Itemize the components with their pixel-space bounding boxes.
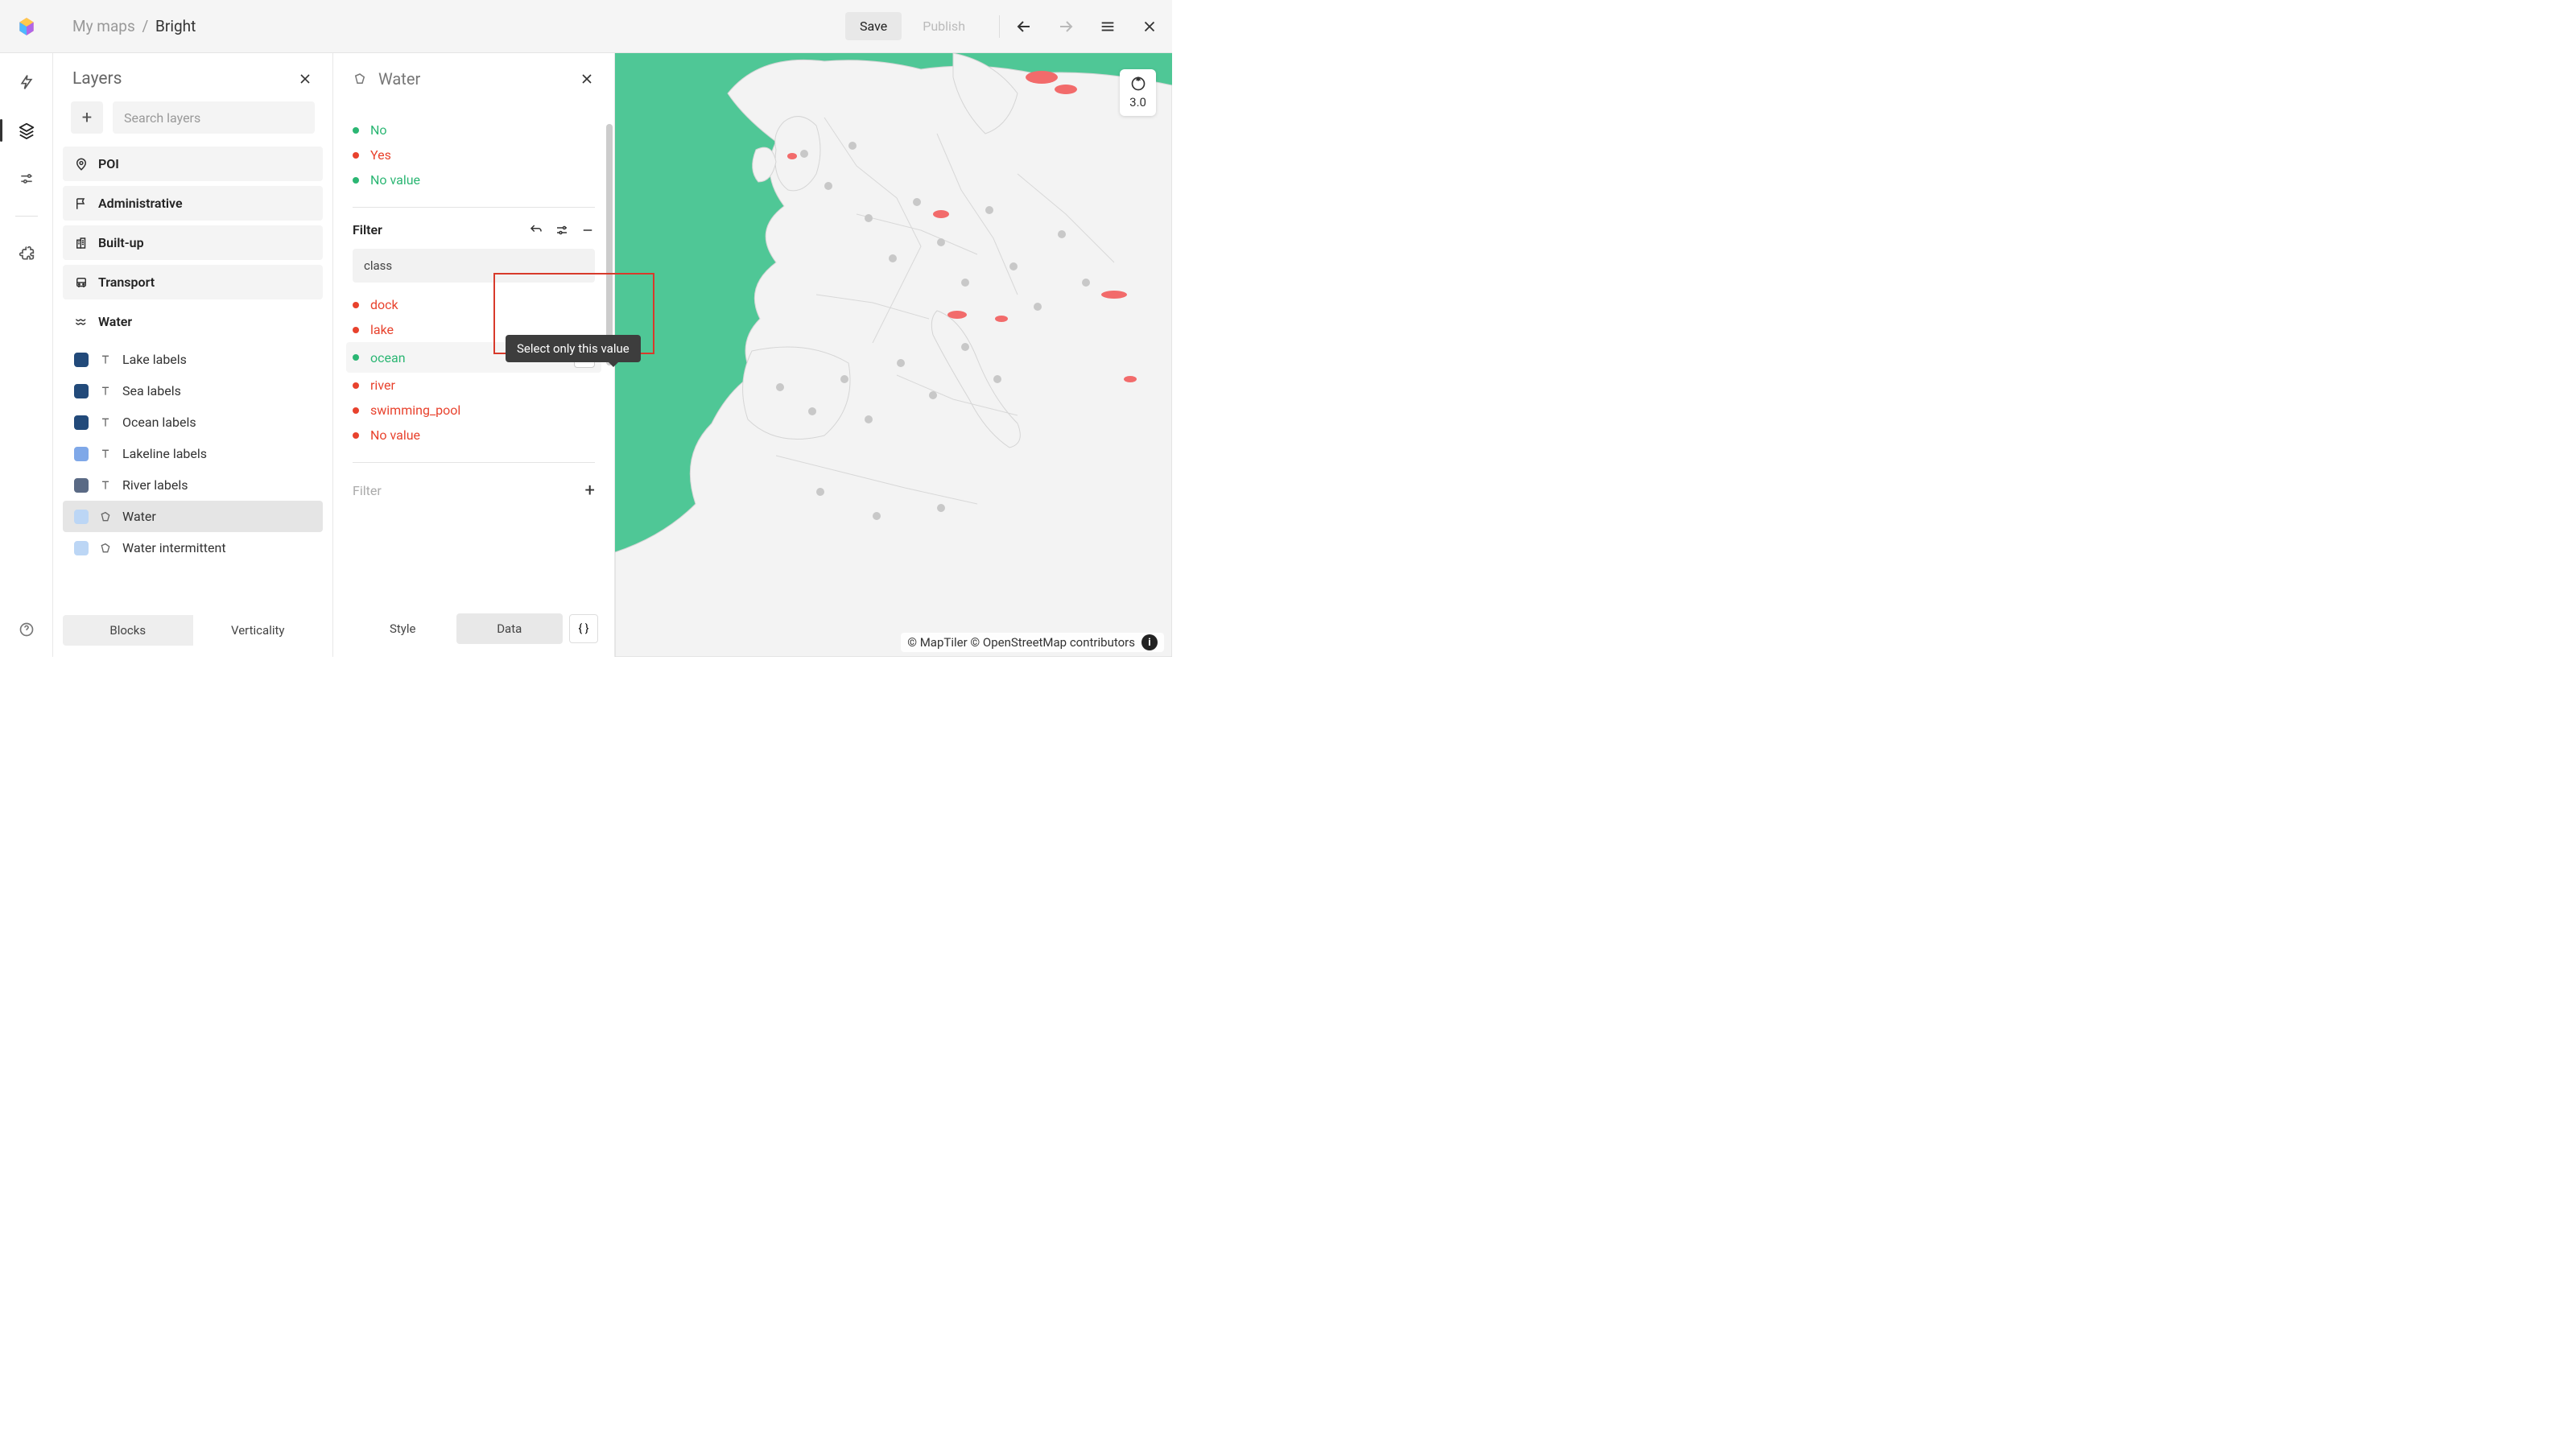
layer-group-built[interactable]: Built-up <box>63 225 323 260</box>
layer-list: POI Administrative Built-up Transport Wa… <box>53 147 332 605</box>
undo-icon[interactable] <box>1013 15 1035 38</box>
add-filter-label: Filter <box>353 483 585 498</box>
filter-section-title: Filter <box>353 222 529 237</box>
building-icon <box>74 236 89 250</box>
text-type-icon <box>98 353 113 367</box>
layer-item-water-intermittent[interactable]: Water intermittent <box>63 532 323 564</box>
json-toggle-button[interactable]: { } <box>569 614 598 643</box>
publish-button: Publish <box>908 12 980 40</box>
rail-bolt-icon[interactable] <box>12 68 41 97</box>
detail-panel: Water No Yes No value Filter class dock <box>333 53 615 657</box>
polygon-type-icon <box>98 510 113 524</box>
tooltip: Select only this value <box>506 335 641 362</box>
filter-val-novalue[interactable]: No value <box>353 423 595 448</box>
text-type-icon <box>98 384 113 398</box>
zoom-badge[interactable]: 3.0 <box>1120 69 1156 116</box>
footer-tab-verticality[interactable]: Verticality <box>193 615 324 646</box>
breadcrumb-root[interactable]: My maps <box>72 17 135 35</box>
save-button[interactable]: Save <box>845 12 902 40</box>
layer-group-transport[interactable]: Transport <box>63 265 323 299</box>
map-canvas[interactable]: 3.0 © MapTiler © OpenStreetMap contribut… <box>615 53 1172 657</box>
swatch-icon <box>74 541 89 555</box>
add-layer-button[interactable]: + <box>71 101 103 134</box>
val-item-no[interactable]: No <box>353 118 595 142</box>
swatch-icon <box>74 353 89 367</box>
add-filter-button[interactable]: + <box>585 481 595 501</box>
filter-val-river[interactable]: river <box>353 373 595 398</box>
pin-icon <box>74 157 89 171</box>
detail-close-icon[interactable] <box>579 71 595 87</box>
filter-val-pool[interactable]: swimming_pool <box>353 398 595 423</box>
mode-tab-data[interactable]: Data <box>456 613 564 644</box>
logo-wrap <box>0 0 53 53</box>
mode-tabs: Style Data <box>349 613 563 644</box>
polygon-icon <box>353 72 367 86</box>
polygon-type-icon <box>98 541 113 555</box>
water-icon <box>74 315 89 329</box>
filter-field-chip[interactable]: class <box>353 249 595 283</box>
layers-panel-footer: Blocks Verticality <box>53 605 332 657</box>
footer-tab-blocks[interactable]: Blocks <box>63 615 193 646</box>
mode-tab-style[interactable]: Style <box>349 613 456 644</box>
header-actions <box>999 15 1161 38</box>
tool-rail <box>0 53 53 657</box>
filter-val-dock[interactable]: dock <box>353 292 595 317</box>
menu-icon[interactable] <box>1096 15 1119 38</box>
text-type-icon <box>98 447 113 461</box>
bus-icon <box>74 275 89 290</box>
info-icon[interactable]: i <box>1141 634 1158 650</box>
rail-puzzle-icon[interactable] <box>12 239 41 268</box>
redo-icon <box>1055 15 1077 38</box>
swatch-icon <box>74 478 89 493</box>
layer-item-sea-labels[interactable]: Sea labels <box>63 375 323 407</box>
breadcrumb-current: Bright <box>155 17 196 35</box>
swatch-icon <box>74 447 89 461</box>
val-item-yes[interactable]: Yes <box>353 142 595 167</box>
layer-group-water[interactable]: Water <box>63 304 323 339</box>
swatch-icon <box>74 510 89 524</box>
app-logo-icon <box>16 16 37 37</box>
close-app-icon[interactable] <box>1138 15 1161 38</box>
text-type-icon <box>98 478 113 493</box>
compass-icon <box>1130 76 1146 92</box>
layers-panel: Layers + POI Administrative Built-up <box>53 53 333 657</box>
rail-sliders-icon[interactable] <box>12 164 41 193</box>
layer-group-poi[interactable]: POI <box>63 147 323 181</box>
map-svg <box>615 53 1172 657</box>
layer-item-ocean-labels[interactable]: Ocean labels <box>63 407 323 438</box>
layers-panel-close-icon[interactable] <box>297 71 313 87</box>
layer-group-admin[interactable]: Administrative <box>63 186 323 221</box>
val-item-novalue[interactable]: No value <box>353 167 595 192</box>
filter-reset-icon[interactable] <box>529 223 543 237</box>
rail-layers-icon[interactable] <box>12 116 41 145</box>
layer-item-water[interactable]: Water <box>63 501 323 532</box>
layers-panel-title: Layers <box>72 69 297 89</box>
breadcrumb[interactable]: My maps / Bright <box>72 17 196 35</box>
app-header: My maps / Bright Save Publish <box>0 0 1172 53</box>
detail-title: Water <box>378 69 568 89</box>
layer-item-lakeline-labels[interactable]: Lakeline labels <box>63 438 323 469</box>
filter-remove-icon[interactable] <box>580 223 595 237</box>
zoom-value: 3.0 <box>1129 95 1146 109</box>
search-layers-input[interactable] <box>113 101 315 134</box>
map-attribution: © MapTiler © OpenStreetMap contributors … <box>901 633 1164 652</box>
text-type-icon <box>98 415 113 430</box>
rail-help-icon[interactable] <box>12 615 41 644</box>
swatch-icon <box>74 415 89 430</box>
filter-settings-icon[interactable] <box>555 223 569 237</box>
layer-item-river-labels[interactable]: River labels <box>63 469 323 501</box>
layer-item-lake-labels[interactable]: Lake labels <box>63 344 323 375</box>
swatch-icon <box>74 384 89 398</box>
flag-icon <box>74 196 89 211</box>
breadcrumb-sep: / <box>142 17 148 35</box>
